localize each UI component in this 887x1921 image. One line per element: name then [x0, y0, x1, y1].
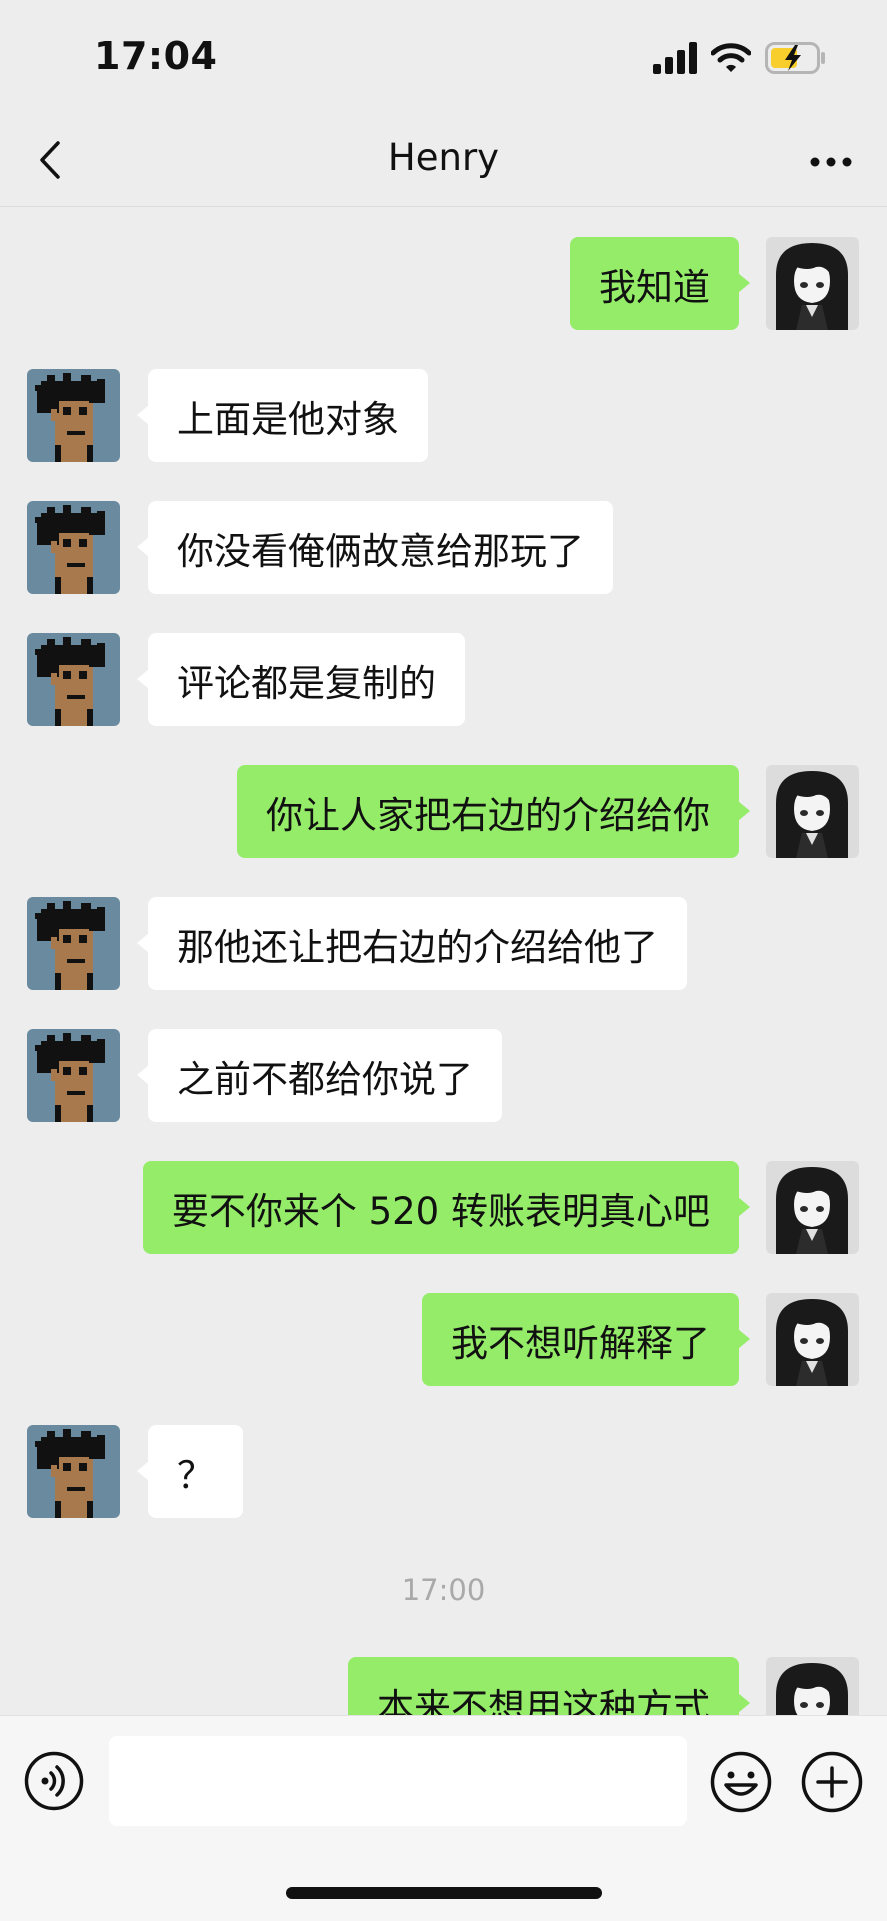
message-timestamp: 17:00 — [401, 1573, 486, 1607]
chat-header: Henry — [0, 118, 887, 207]
voice-icon — [24, 1751, 84, 1815]
message-row: 你没看俺俩故意给那玩了 — [0, 501, 887, 595]
message-row: 你让人家把右边的介绍给你 — [0, 765, 887, 859]
status-bar: 17:04 — [0, 0, 887, 118]
status-icons — [653, 40, 827, 80]
emoji-icon — [710, 1751, 772, 1817]
message-row: ？ — [0, 1425, 887, 1519]
plus-icon — [801, 1751, 863, 1817]
more-button[interactable] — [797, 132, 865, 192]
message-row: 我不想听解释了 — [0, 1293, 887, 1387]
emoji-button[interactable] — [710, 1751, 772, 1813]
message-bubble-sent[interactable]: 要不你来个 520 转账表明真心吧 — [142, 1161, 751, 1254]
user-avatar[interactable] — [766, 1161, 859, 1254]
wifi-icon — [710, 42, 752, 78]
message-bubble-received[interactable]: 之前不都给你说了 — [137, 1029, 502, 1122]
message-bubble-sent[interactable]: 我知道 — [570, 237, 750, 330]
message-row: 之前不都给你说了 — [0, 1029, 887, 1123]
message-input[interactable] — [109, 1736, 687, 1826]
more-dots-icon — [809, 153, 853, 172]
chat-title: Henry — [387, 136, 500, 179]
message-bubble-received[interactable]: ？ — [137, 1425, 243, 1518]
message-bubble-sent[interactable]: 你让人家把右边的介绍给你 — [237, 765, 750, 858]
contact-avatar[interactable] — [27, 369, 120, 462]
contact-avatar[interactable] — [27, 633, 120, 726]
user-avatar[interactable] — [766, 237, 859, 330]
contact-avatar[interactable] — [27, 1425, 120, 1518]
message-row: 本来不想用这种方式 — [0, 1657, 887, 1715]
message-row: 我知道 — [0, 237, 887, 331]
message-bubble-received[interactable]: 那他还让把右边的介绍给他了 — [137, 897, 687, 990]
message-row: 要不你来个 520 转账表明真心吧 — [0, 1161, 887, 1255]
message-row: 上面是他对象 — [0, 369, 887, 463]
user-avatar[interactable] — [766, 1293, 859, 1386]
message-list: 我知道 上面是他对象 你没看俺俩故意给那玩了 评论都是复制的 你让人家把右边的介… — [0, 207, 887, 1715]
voice-button[interactable] — [24, 1751, 84, 1811]
signal-icon — [653, 42, 697, 78]
message-row: 评论都是复制的 — [0, 633, 887, 727]
message-bubble-sent[interactable]: 本来不想用这种方式 — [348, 1657, 750, 1715]
contact-avatar[interactable] — [27, 897, 120, 990]
message-row: 那他还让把右边的介绍给他了 — [0, 897, 887, 991]
user-avatar[interactable] — [766, 1657, 859, 1715]
message-bubble-received[interactable]: 评论都是复制的 — [137, 633, 465, 726]
contact-avatar[interactable] — [27, 1029, 120, 1122]
message-bubble-received[interactable]: 你没看俺俩故意给那玩了 — [137, 501, 613, 594]
contact-avatar[interactable] — [27, 501, 120, 594]
user-avatar[interactable] — [766, 765, 859, 858]
home-indicator — [286, 1887, 602, 1899]
plus-button[interactable] — [801, 1751, 863, 1813]
message-bubble-sent[interactable]: 我不想听解释了 — [422, 1293, 750, 1386]
battery-charging-icon — [765, 42, 827, 78]
message-bubble-received[interactable]: 上面是他对象 — [137, 369, 428, 462]
status-time: 17:04 — [94, 34, 218, 78]
